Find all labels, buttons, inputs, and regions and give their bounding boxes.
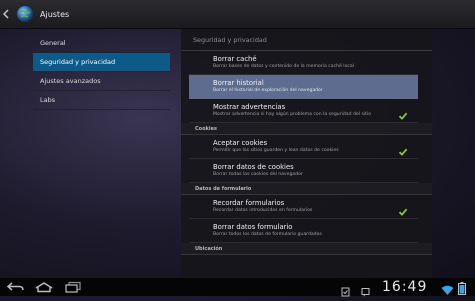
setting-borrar-cache[interactable]: Borrar caché Borrar bases de datos y con… bbox=[189, 51, 418, 75]
setting-title: Recordar formularios bbox=[213, 199, 285, 207]
setting-title: Borrar caché bbox=[213, 55, 257, 63]
nav-item-labs[interactable]: Labs bbox=[33, 91, 170, 110]
nav-item-ajustes-avanzados[interactable]: Ajustes avanzados bbox=[33, 72, 170, 91]
system-bar: 16:49 bbox=[0, 278, 475, 299]
wifi-icon bbox=[441, 281, 454, 300]
setting-borrar-historial[interactable]: Borrar historial Borrar el historial de … bbox=[189, 75, 418, 99]
nav-home-icon[interactable] bbox=[34, 281, 54, 293]
nav-item-general[interactable]: General bbox=[33, 34, 170, 53]
setting-mostrar-advertencias[interactable]: Mostrar advertencias Mostrar advertencia… bbox=[189, 99, 418, 123]
setting-summary: Borrar todos los datos de formulario gua… bbox=[213, 232, 322, 237]
settings-categories-list: General Seguridad y privacidad Ajustes a… bbox=[33, 34, 170, 110]
setting-summary: Permitir que los sitios guarden y lean d… bbox=[213, 148, 339, 153]
setting-summary: Mostrar advertencia si hay algún problem… bbox=[213, 112, 372, 117]
nav-recent-apps-icon[interactable] bbox=[64, 281, 82, 293]
checkmark-icon[interactable] bbox=[398, 202, 408, 216]
setting-recordar-formularios[interactable]: Recordar formularios Recordar datos intr… bbox=[189, 195, 418, 219]
screenshot-icon[interactable] bbox=[341, 282, 350, 301]
setting-title: Borrar datos de cookies bbox=[213, 163, 294, 171]
setting-aceptar-cookies[interactable]: Aceptar cookies Permitir que los sitios … bbox=[189, 135, 418, 159]
section-header-datos-formulario: Datos de formulario bbox=[181, 183, 432, 195]
setting-borrar-datos-cookies[interactable]: Borrar datos de cookies Borrar todas las… bbox=[189, 159, 418, 183]
app-title: Ajustes bbox=[40, 9, 70, 19]
checkmark-icon[interactable] bbox=[398, 142, 408, 156]
setting-summary: Borrar el historial de exploración del n… bbox=[213, 88, 323, 93]
setting-summary: Borrar todas las cookies del navegador bbox=[213, 172, 303, 177]
panel-title: Seguridad y privacidad bbox=[181, 29, 432, 51]
setting-title: Aceptar cookies bbox=[213, 139, 268, 147]
setting-title: Borrar historial bbox=[213, 79, 264, 87]
nav-back-icon[interactable] bbox=[6, 281, 26, 293]
setting-summary: Borrar bases de datos y contenido de la … bbox=[213, 64, 355, 69]
setting-summary: Recordar datos introducidos en formulari… bbox=[213, 208, 313, 213]
setting-title: Mostrar advertencias bbox=[213, 103, 286, 111]
section-header-cookies: Cookies bbox=[181, 123, 432, 135]
battery-icon bbox=[458, 280, 466, 299]
settings-globe-icon[interactable] bbox=[16, 5, 34, 23]
setting-borrar-datos-formulario[interactable]: Borrar datos formulario Borrar todos los… bbox=[189, 219, 418, 243]
settings-detail-panel: Seguridad y privacidad Borrar caché Borr… bbox=[181, 29, 432, 277]
action-bar: Ajustes bbox=[0, 0, 475, 29]
back-arrow-icon[interactable] bbox=[2, 5, 12, 23]
notification-icon[interactable] bbox=[361, 282, 370, 301]
setting-title: Borrar datos formulario bbox=[213, 223, 293, 231]
clock: 16:49 bbox=[382, 279, 428, 295]
nav-item-seguridad-privacidad[interactable]: Seguridad y privacidad bbox=[33, 53, 170, 72]
checkmark-icon[interactable] bbox=[398, 106, 408, 120]
section-header-ubicacion: Ubicación bbox=[181, 243, 432, 255]
